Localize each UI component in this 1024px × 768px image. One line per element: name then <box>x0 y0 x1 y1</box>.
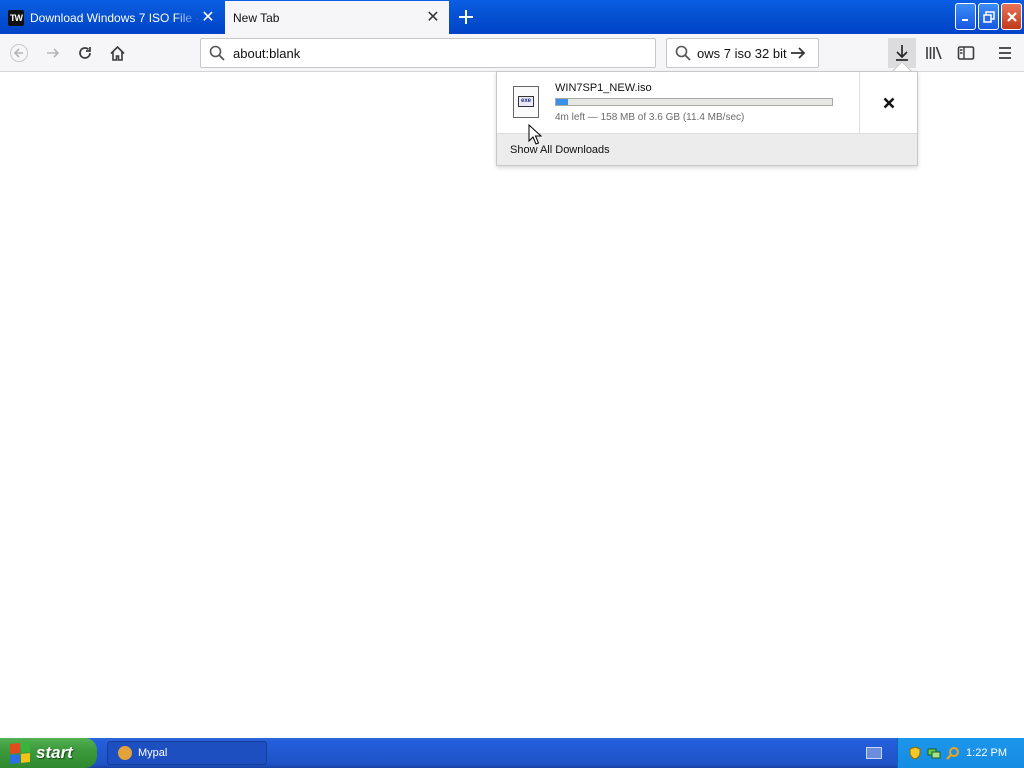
url-input[interactable] <box>233 45 633 61</box>
download-progress-bar <box>555 98 833 106</box>
download-progress-fill <box>556 99 568 105</box>
plus-icon <box>459 10 473 24</box>
show-all-downloads-button[interactable]: Show All Downloads <box>497 133 917 165</box>
file-icon: exe <box>513 86 539 118</box>
go-arrow-icon[interactable] <box>789 45 807 61</box>
tab-new-tab[interactable]: New Tab ✕ <box>225 1 449 34</box>
tab-title: New Tab <box>233 10 280 25</box>
tab-download-windows[interactable]: TW Download Windows 7 ISO File -Ult ✕ <box>0 2 224 33</box>
close-icon <box>1006 11 1017 22</box>
reload-button[interactable] <box>70 38 100 68</box>
cancel-download-button[interactable] <box>860 72 918 133</box>
site-favicon-icon: TW <box>8 9 24 26</box>
back-button[interactable] <box>4 38 34 68</box>
network-icon[interactable] <box>927 746 941 760</box>
search-icon <box>675 45 691 61</box>
navigation-toolbar <box>0 34 1024 72</box>
security-shield-icon[interactable] <box>908 746 922 760</box>
library-button[interactable] <box>919 38 949 68</box>
download-status: 4m left — 158 MB of 3.6 GB (11.4 MB/sec) <box>555 112 745 123</box>
minimize-icon <box>961 18 968 21</box>
mouse-cursor-icon <box>528 124 542 145</box>
minimize-window-button[interactable] <box>955 3 976 30</box>
back-arrow-icon <box>10 44 28 62</box>
taskbar: start Mypal 1:22 PM <box>0 738 1024 768</box>
library-icon <box>926 46 942 60</box>
taskbar-item-mypal[interactable]: Mypal <box>107 741 267 765</box>
sidebar-icon <box>957 46 975 60</box>
start-label: start <box>36 743 73 762</box>
new-tab-button[interactable] <box>452 4 480 30</box>
forward-button[interactable] <box>38 38 68 68</box>
download-arrow-icon <box>896 45 908 61</box>
address-bar[interactable] <box>200 38 656 68</box>
close-tab-icon[interactable]: ✕ <box>200 9 216 26</box>
mypal-app-icon <box>118 746 132 760</box>
tab-title: Download Windows 7 ISO File -Ult <box>30 10 200 25</box>
start-button[interactable]: start <box>0 738 97 768</box>
search-icon <box>209 45 225 61</box>
menu-button[interactable] <box>990 38 1020 68</box>
search-tray-icon[interactable] <box>946 746 960 760</box>
system-tray: 1:22 PM <box>897 738 1024 768</box>
clock: 1:22 PM <box>966 747 1007 759</box>
download-file-name: WIN7SP1_NEW.iso <box>555 82 652 94</box>
close-window-button[interactable] <box>1001 3 1022 30</box>
downloads-panel: exe WIN7SP1_NEW.iso 4m left — 158 MB of … <box>496 71 918 166</box>
forward-arrow-icon <box>47 48 60 58</box>
tab-strip: TW Download Windows 7 ISO File -Ult ✕ Ne… <box>0 0 1024 34</box>
search-bar[interactable] <box>666 38 819 68</box>
close-icon <box>883 97 895 108</box>
home-icon <box>109 45 125 61</box>
hamburger-menu-icon <box>999 47 1011 59</box>
home-button[interactable] <box>102 38 132 68</box>
taskbar-item-label: Mypal <box>138 747 168 759</box>
restore-window-button[interactable] <box>978 3 999 30</box>
reload-icon <box>79 47 91 59</box>
close-tab-icon[interactable]: ✕ <box>425 9 441 26</box>
search-input[interactable] <box>697 45 789 61</box>
keyboard-icon[interactable] <box>866 747 882 759</box>
file-icon-label: exe <box>518 96 534 107</box>
windows-logo-icon <box>10 741 30 765</box>
restore-icon <box>982 10 995 23</box>
sidebar-button[interactable] <box>951 38 981 68</box>
download-item[interactable]: exe WIN7SP1_NEW.iso 4m left — 158 MB of … <box>497 72 859 133</box>
